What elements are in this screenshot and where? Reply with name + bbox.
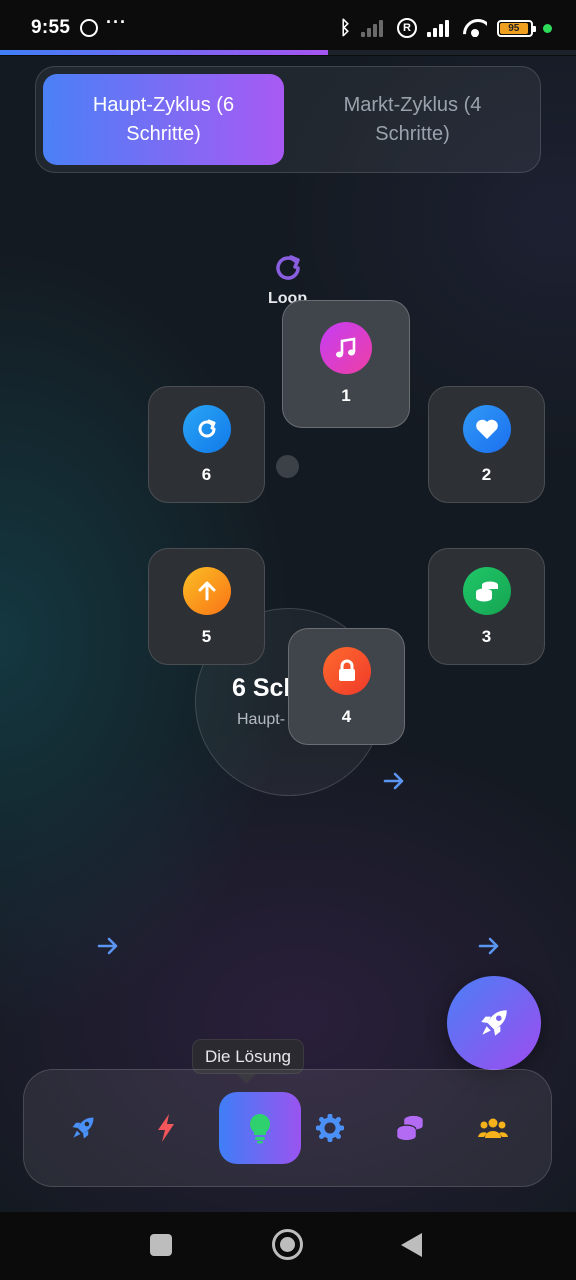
status-bar: 9:55 ··· ᛒ R 95 <box>0 0 576 56</box>
bluetooth-icon: ᛒ <box>339 17 351 39</box>
coins-icon <box>396 1115 423 1141</box>
battery-level: 95 <box>500 22 528 34</box>
rocket-icon <box>72 1117 94 1139</box>
tab-main-cycle[interactable]: Haupt-Zyklus (6 Schritte) <box>43 74 284 165</box>
more-notifications-icon: ··· <box>106 12 127 32</box>
status-time: 9:55 <box>31 17 71 38</box>
bolt-icon <box>158 1114 174 1142</box>
step-number: 2 <box>481 464 492 484</box>
arrow-right-icon <box>478 937 499 955</box>
step-card-2[interactable]: 2 <box>428 386 545 503</box>
registered-icon: R <box>397 18 417 38</box>
step-number: 6 <box>201 464 212 484</box>
progress-bar <box>0 50 576 55</box>
back-button[interactable] <box>401 1233 422 1257</box>
nav-item-team[interactable] <box>452 1092 534 1164</box>
status-icons: ᛒ R 95 <box>340 16 552 40</box>
music-icon <box>320 322 372 374</box>
step-number: 4 <box>341 706 352 726</box>
arrow-right-icon <box>383 772 404 790</box>
users-icon <box>478 1118 508 1138</box>
signal-icon <box>427 19 453 37</box>
refresh-icon <box>182 404 231 453</box>
cycle-tabs: Haupt-Zyklus (6 Schritte) Markt-Zyklus (… <box>35 66 541 173</box>
android-navigation-bar <box>0 1212 576 1280</box>
heart-icon <box>462 404 511 453</box>
bottom-nav <box>23 1069 552 1187</box>
step-number: 1 <box>341 386 351 405</box>
step-card-1[interactable]: 1 <box>282 300 410 428</box>
gear-icon <box>316 1114 344 1142</box>
no-signal-icon <box>361 19 387 37</box>
recent-apps-button[interactable] <box>150 1234 172 1256</box>
step-card-3[interactable]: 3 <box>428 548 545 665</box>
battery-icon: 95 <box>497 19 536 37</box>
whatsapp-icon <box>80 19 98 37</box>
lock-icon <box>322 646 371 695</box>
launch-fab-button[interactable] <box>447 976 541 1070</box>
tab-market-cycle[interactable]: Markt-Zyklus (4 Schritte) <box>292 74 533 165</box>
nav-item-settings[interactable] <box>289 1092 371 1164</box>
tooltip-text: Die Lösung <box>205 1046 292 1066</box>
step-number: 3 <box>481 626 492 646</box>
arrow-right-icon <box>97 937 118 955</box>
camera-indicator <box>543 23 552 33</box>
loop-icon <box>276 255 300 280</box>
nav-item-bolt[interactable] <box>125 1092 207 1164</box>
home-button[interactable] <box>272 1229 303 1260</box>
nav-item-coins[interactable] <box>369 1092 451 1164</box>
step-card-6[interactable]: 6 <box>148 386 265 503</box>
cycle-center-dot <box>276 455 299 478</box>
coins-icon <box>462 566 511 615</box>
progress-fill <box>0 50 329 55</box>
hub-subtitle: Haupt- <box>237 711 286 728</box>
step-card-4[interactable]: 4 <box>288 628 405 745</box>
rocket-icon <box>481 1010 507 1036</box>
lightbulb-icon <box>250 1114 270 1144</box>
step-card-5[interactable]: 5 <box>148 548 265 665</box>
wifi-icon <box>463 19 487 37</box>
step-number: 5 <box>201 626 212 646</box>
arrow-up-icon <box>182 566 231 615</box>
nav-item-rocket[interactable] <box>42 1092 124 1164</box>
